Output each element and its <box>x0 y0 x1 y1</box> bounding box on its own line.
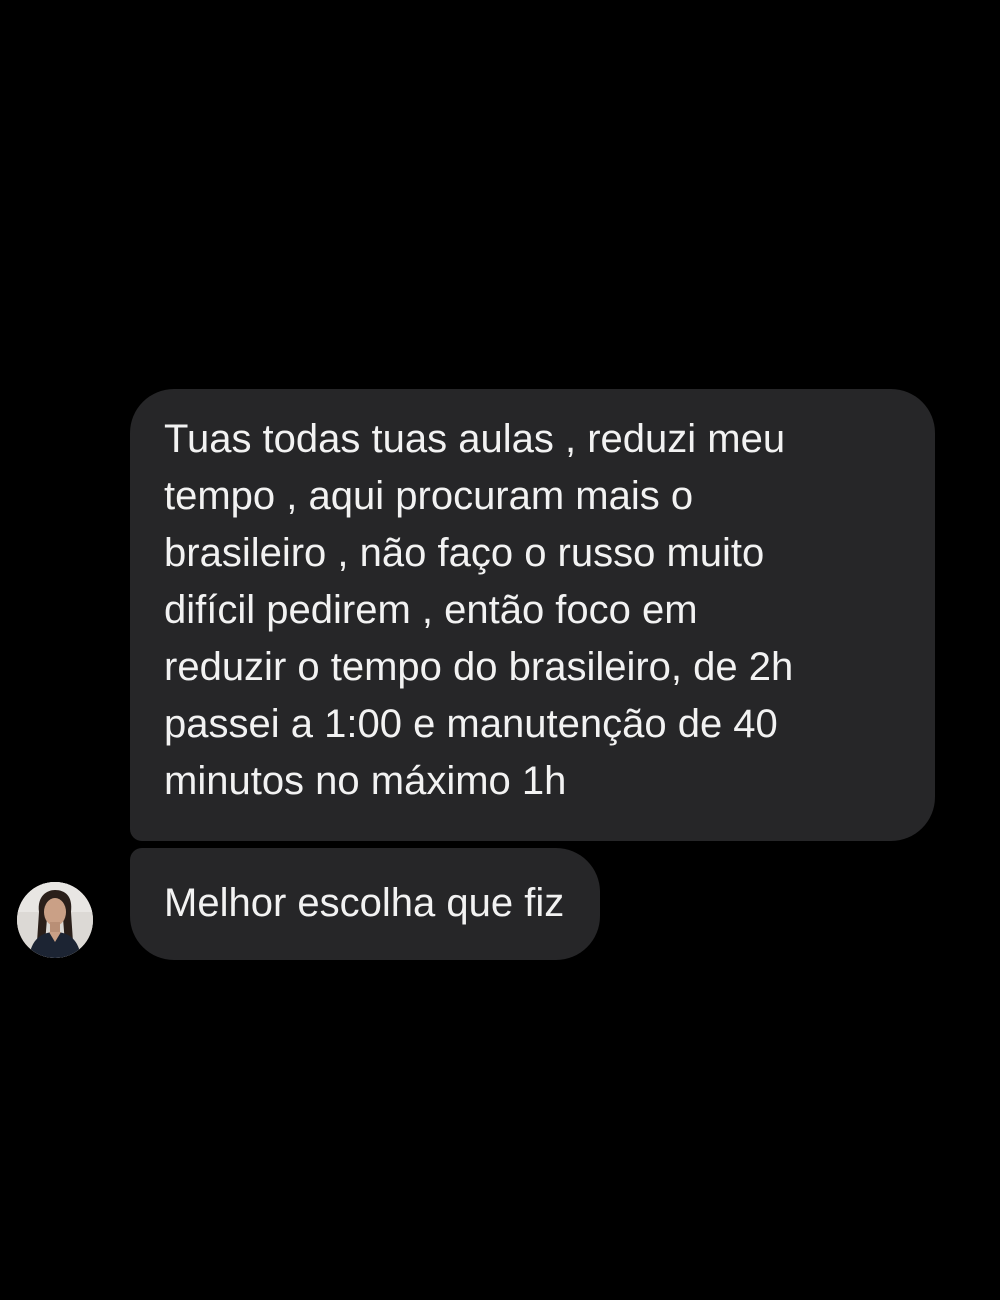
message-text-line: passei a 1:00 e manutenção de 40 <box>164 702 778 746</box>
profile-photo-icon <box>17 882 93 958</box>
message-text-line: Melhor escolha que fiz <box>164 881 565 925</box>
message-bubble[interactable]: Tuas todas tuas aulas , reduzi meu tempo… <box>130 389 935 841</box>
message-text-line: minutos no máximo 1h <box>164 759 567 803</box>
sender-avatar[interactable] <box>17 882 93 958</box>
message-text-line: brasileiro , não faço o russo muito <box>164 531 765 575</box>
chat-thread: Tuas todas tuas aulas , reduzi meu tempo… <box>0 0 1000 1300</box>
message-text-line: difícil pedirem , então foco em <box>164 588 698 632</box>
message-text-line: tempo , aqui procuram mais o <box>164 474 694 518</box>
message-text-line: reduzir o tempo do brasileiro, de 2h <box>164 645 794 689</box>
message-bubble[interactable]: Melhor escolha que fiz <box>130 848 601 960</box>
message-text-line: Tuas todas tuas aulas , reduzi meu <box>164 417 786 461</box>
